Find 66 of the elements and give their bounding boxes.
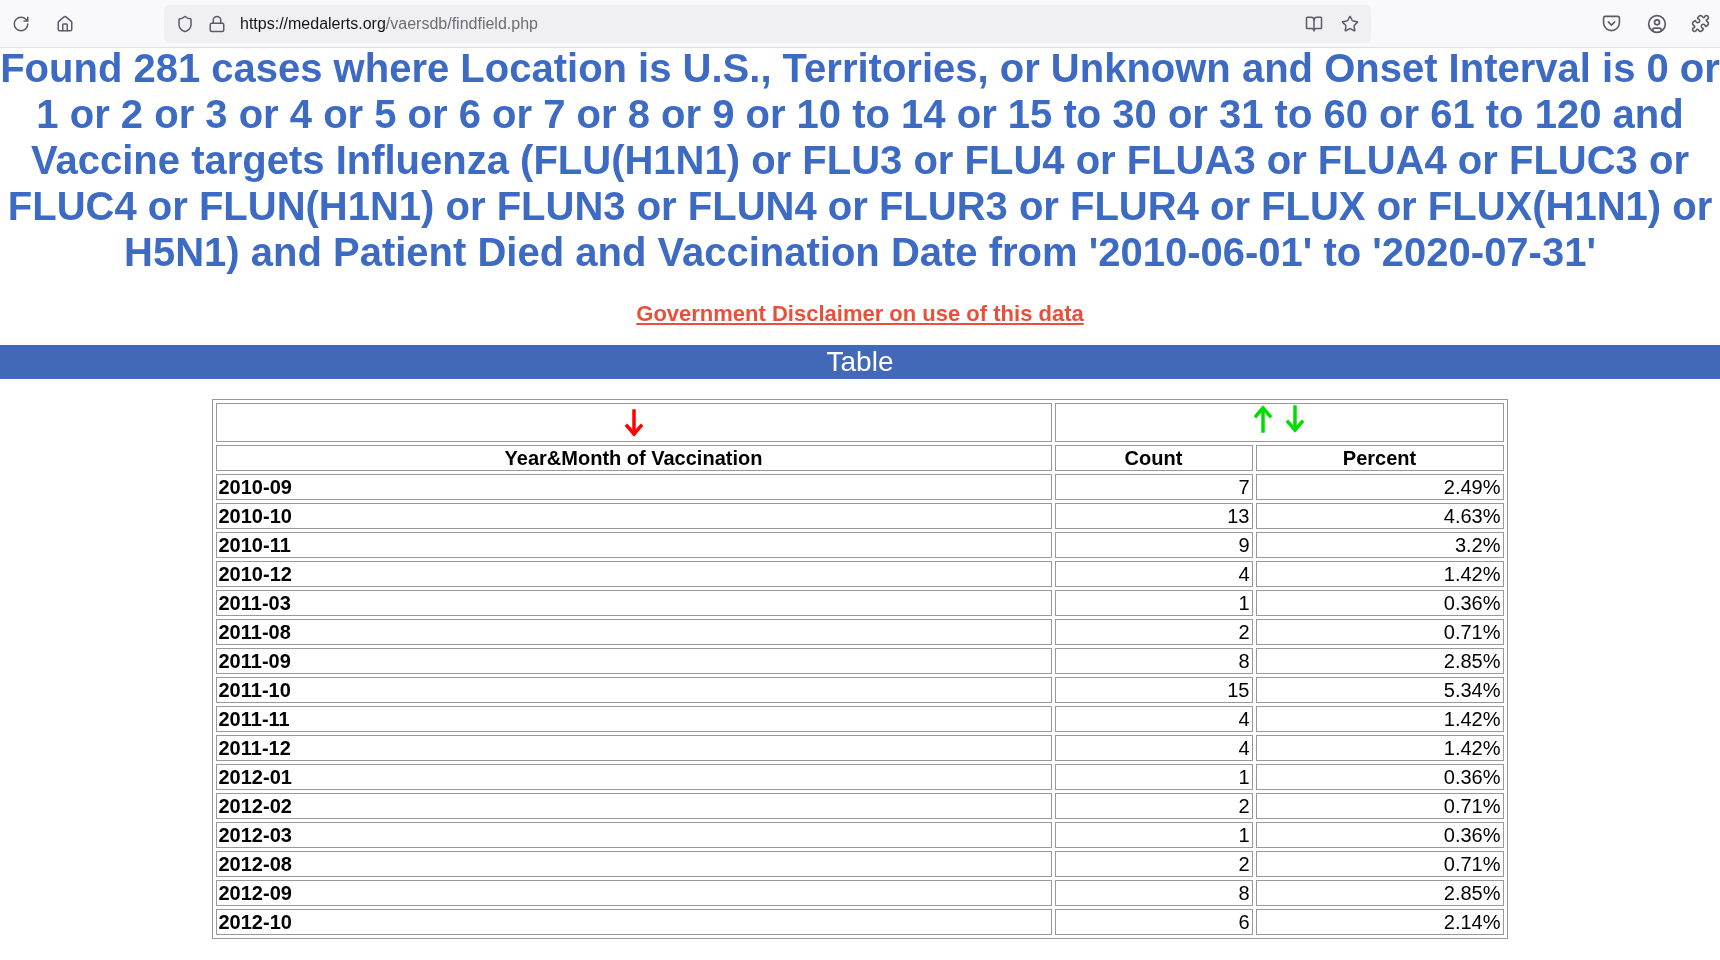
table-cell: 9 bbox=[1054, 532, 1253, 558]
reader-view-icon[interactable] bbox=[1305, 14, 1323, 33]
table-cell: 4.63% bbox=[1255, 503, 1504, 529]
table-cell: 1 bbox=[1054, 822, 1253, 848]
table-cell: 2012-02 bbox=[215, 793, 1052, 819]
table-cell: 2012-08 bbox=[215, 851, 1052, 877]
table-cell: 2010-11 bbox=[215, 532, 1052, 558]
table-cell: 4 bbox=[1054, 561, 1253, 587]
table-cell: 2010-10 bbox=[215, 503, 1052, 529]
table-cell: 1.42% bbox=[1255, 735, 1504, 761]
sort-down-arrow-icon[interactable] bbox=[624, 408, 643, 437]
home-icon[interactable] bbox=[56, 14, 74, 33]
account-icon[interactable] bbox=[1647, 13, 1667, 34]
table-cell: 0.36% bbox=[1255, 590, 1504, 616]
table-cell: 4 bbox=[1054, 706, 1253, 732]
disclaimer-link[interactable]: Government Disclaimer on use of this data bbox=[636, 301, 1084, 326]
column-header: Year&Month of Vaccination bbox=[215, 445, 1052, 471]
address-bar[interactable]: https://medalerts.org/vaersdb/findfield.php bbox=[164, 4, 1371, 43]
column-header: Percent bbox=[1255, 445, 1504, 471]
url-text: https://medalerts.org/vaersdb/findfield.php bbox=[240, 13, 538, 34]
table-cell: 8 bbox=[1054, 648, 1253, 674]
table-cell: 2 bbox=[1054, 793, 1253, 819]
table-cell: 2011-03 bbox=[215, 590, 1052, 616]
table-cell: 7 bbox=[1054, 474, 1253, 500]
table-cell: 2012-10 bbox=[215, 909, 1052, 935]
column-header: Count bbox=[1054, 445, 1253, 471]
table-cell: 2011-12 bbox=[215, 735, 1052, 761]
table-cell: 0.36% bbox=[1255, 822, 1504, 848]
table-cell: 5.34% bbox=[1255, 677, 1504, 703]
table-cell: 0.36% bbox=[1255, 764, 1504, 790]
section-bar: Table bbox=[0, 345, 1720, 379]
table-cell: 2010-09 bbox=[215, 474, 1052, 500]
table-cell: 8 bbox=[1054, 880, 1253, 906]
lock-icon bbox=[208, 14, 226, 33]
shield-icon bbox=[176, 14, 194, 33]
table-cell: 2.49% bbox=[1255, 474, 1504, 500]
table-cell: 2011-08 bbox=[215, 619, 1052, 645]
table-cell: 4 bbox=[1054, 735, 1253, 761]
table-cell: 0.71% bbox=[1255, 619, 1504, 645]
table-cell: 1.42% bbox=[1255, 561, 1504, 587]
table-cell: 2012-09 bbox=[215, 880, 1052, 906]
table-cell: 1 bbox=[1054, 590, 1253, 616]
table-cell: 2.85% bbox=[1255, 648, 1504, 674]
table-cell: 2011-11 bbox=[215, 706, 1052, 732]
table-cell: 13 bbox=[1054, 503, 1253, 529]
table-cell: 2012-01 bbox=[215, 764, 1052, 790]
bookmark-star-icon[interactable] bbox=[1341, 14, 1359, 33]
results-heading: Found 281 cases where Location is U.S., Territories, or Unknown and Onset Interval is 0 or 1 or 2 or 3 or 4 or 5 or 6 or 7 or 8 or 9 or 10 to 14 or 15 to 30 or 31 to 60 or 61 to 120 and Vaccine targets Influenza (FLU(H1N1) or FLU3 or FLU4 or FLUA3 or FLUA4 or FLUC3 or FLUC4 or FLUN(H1N1) or FLUN3 or FLUN4 or FLUR3 or FLUR4 or FLUX or FLUX(H1N1) or H5N1) and Patient Died and Vaccination Date from '2010-06-01' to '2020-07-31' bbox=[0, 45, 1720, 275]
reload-icon[interactable] bbox=[12, 14, 30, 33]
table-cell: 0.71% bbox=[1255, 851, 1504, 877]
table-cell: 3.2% bbox=[1255, 532, 1504, 558]
table-cell: 2.14% bbox=[1255, 909, 1504, 935]
table-cell: 1.42% bbox=[1255, 706, 1504, 732]
table-cell: 2011-10 bbox=[215, 677, 1052, 703]
table-cell: 2011-09 bbox=[215, 648, 1052, 674]
table-cell: 2 bbox=[1054, 619, 1253, 645]
table-cell: 0.71% bbox=[1255, 793, 1504, 819]
extensions-icon[interactable] bbox=[1691, 14, 1710, 33]
table-cell: 2.85% bbox=[1255, 880, 1504, 906]
table-cell: 2012-03 bbox=[215, 822, 1052, 848]
table-cell: 2010-12 bbox=[215, 561, 1052, 587]
table-cell: 1 bbox=[1054, 764, 1253, 790]
table-cell: 6 bbox=[1054, 909, 1253, 935]
table-cell: 15 bbox=[1054, 677, 1253, 703]
pocket-icon[interactable] bbox=[1602, 14, 1621, 33]
table-cell: 2 bbox=[1054, 851, 1253, 877]
